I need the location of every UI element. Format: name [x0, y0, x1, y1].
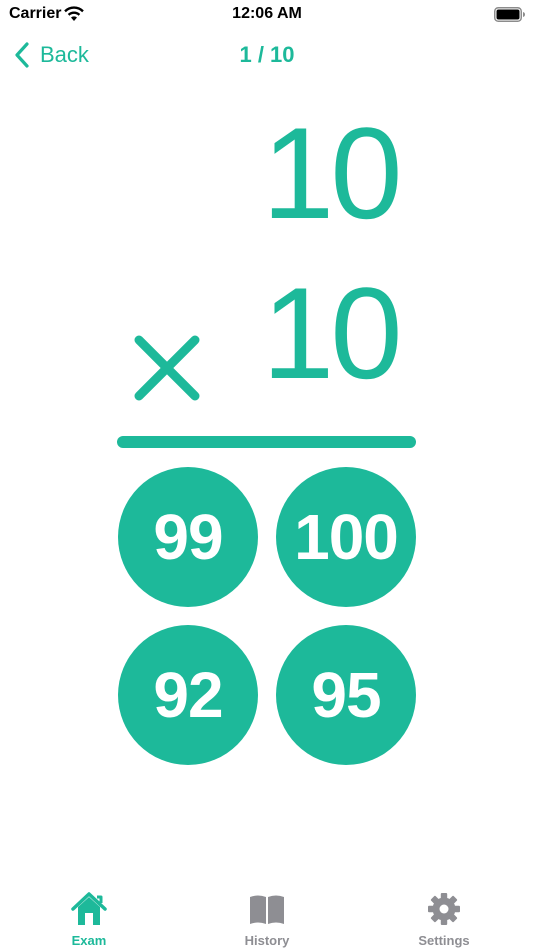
status-bar: Carrier 12:06 AM	[0, 0, 534, 30]
multiply-sign-icon	[134, 335, 200, 401]
navigation-bar: Back 1 / 10	[0, 30, 534, 80]
answer-button-4[interactable]: 95	[276, 625, 416, 765]
tab-settings[interactable]: Settings	[384, 892, 504, 950]
clock: 12:06 AM	[232, 5, 302, 22]
answer-button-3[interactable]: 92	[118, 625, 258, 765]
operand-bottom: 10	[262, 260, 403, 406]
book-icon	[250, 895, 284, 924]
operand-top: 10	[262, 100, 403, 246]
equation-divider	[117, 436, 416, 448]
answer-button-2[interactable]: 100	[276, 467, 416, 607]
tab-history[interactable]: History	[207, 892, 327, 950]
tab-history-label: History	[244, 933, 290, 948]
tab-bar: Exam History Settings	[0, 880, 534, 950]
battery-icon	[494, 7, 525, 22]
house-icon	[71, 892, 107, 925]
answer-button-1[interactable]: 99	[118, 467, 258, 607]
gear-icon	[428, 893, 460, 925]
question-progress: 1 / 10	[239, 42, 295, 67]
tab-exam-label: Exam	[71, 933, 107, 948]
tab-exam[interactable]: Exam	[29, 892, 149, 950]
tab-settings-label: Settings	[418, 933, 470, 948]
